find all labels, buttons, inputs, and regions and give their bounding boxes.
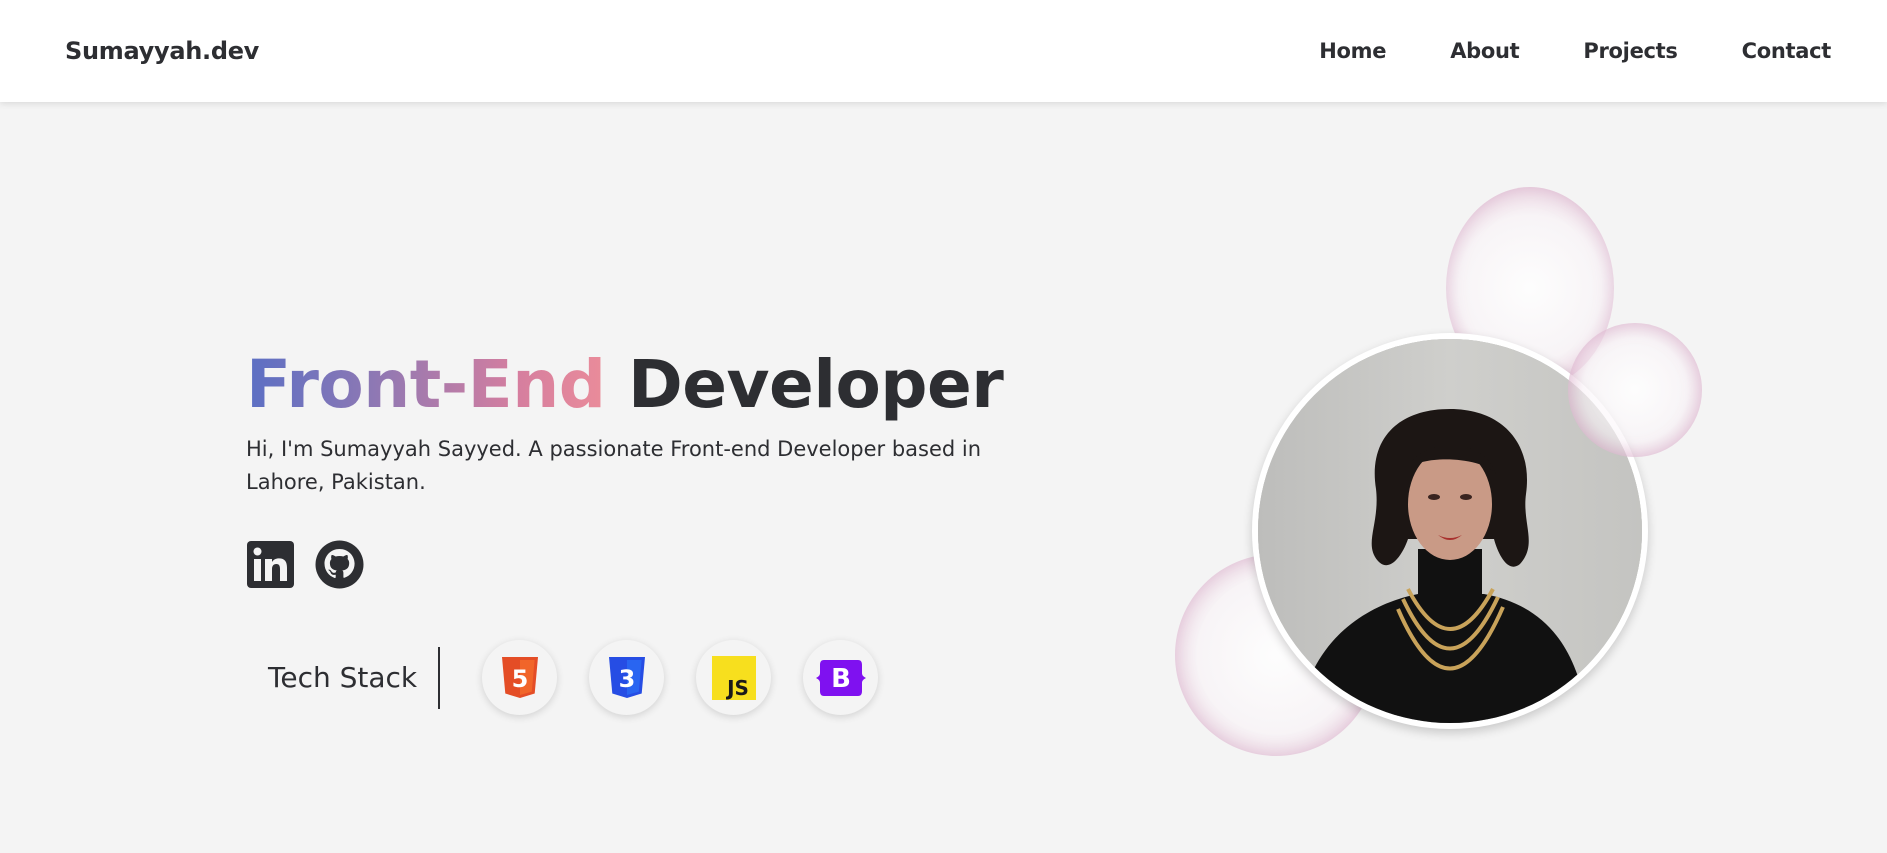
hero-section: Front-End Developer Hi, I'm Sumayyah Say… [246,345,1006,499]
svg-text:B: B [831,664,851,694]
tech-item-bootstrap: B [803,640,878,715]
tech-item-javascript: JS [696,640,771,715]
nav-link-home[interactable]: Home [1319,39,1386,63]
nav-link-about[interactable]: About [1450,39,1520,63]
tech-item-css3: 3 [589,640,664,715]
linkedin-icon[interactable] [246,540,295,589]
hero-title: Front-End Developer [246,345,1006,425]
tech-stack-icons: 5 3 JS B [482,640,878,715]
bootstrap-icon: B [815,659,866,696]
tech-stack-label: Tech Stack [268,661,418,694]
tech-item-html5: 5 [482,640,557,715]
svg-text:5: 5 [511,665,528,693]
nav-link-contact[interactable]: Contact [1742,39,1832,63]
tech-stack: Tech Stack 5 3 JS B [268,640,878,715]
tech-stack-divider [438,646,440,709]
nav-links: Home About Projects Contact [1255,39,1831,63]
javascript-icon: JS [711,655,756,700]
site-logo[interactable]: Sumayyah.dev [65,37,259,65]
github-icon[interactable] [315,540,364,589]
navbar: Sumayyah.dev Home About Projects Contact [0,0,1887,102]
nav-link-projects[interactable]: Projects [1583,39,1678,63]
css3-icon: 3 [608,656,645,698]
svg-text:3: 3 [618,665,635,693]
hero-title-rest: Developer [627,346,1004,423]
html5-icon: 5 [501,656,538,698]
hero-title-highlight: Front-End [246,346,606,423]
hero-description: Hi, I'm Sumayyah Sayyed. A passionate Fr… [246,437,982,494]
decorative-bubble-right [1568,323,1702,457]
social-links [246,540,364,589]
svg-text:JS: JS [725,676,749,700]
